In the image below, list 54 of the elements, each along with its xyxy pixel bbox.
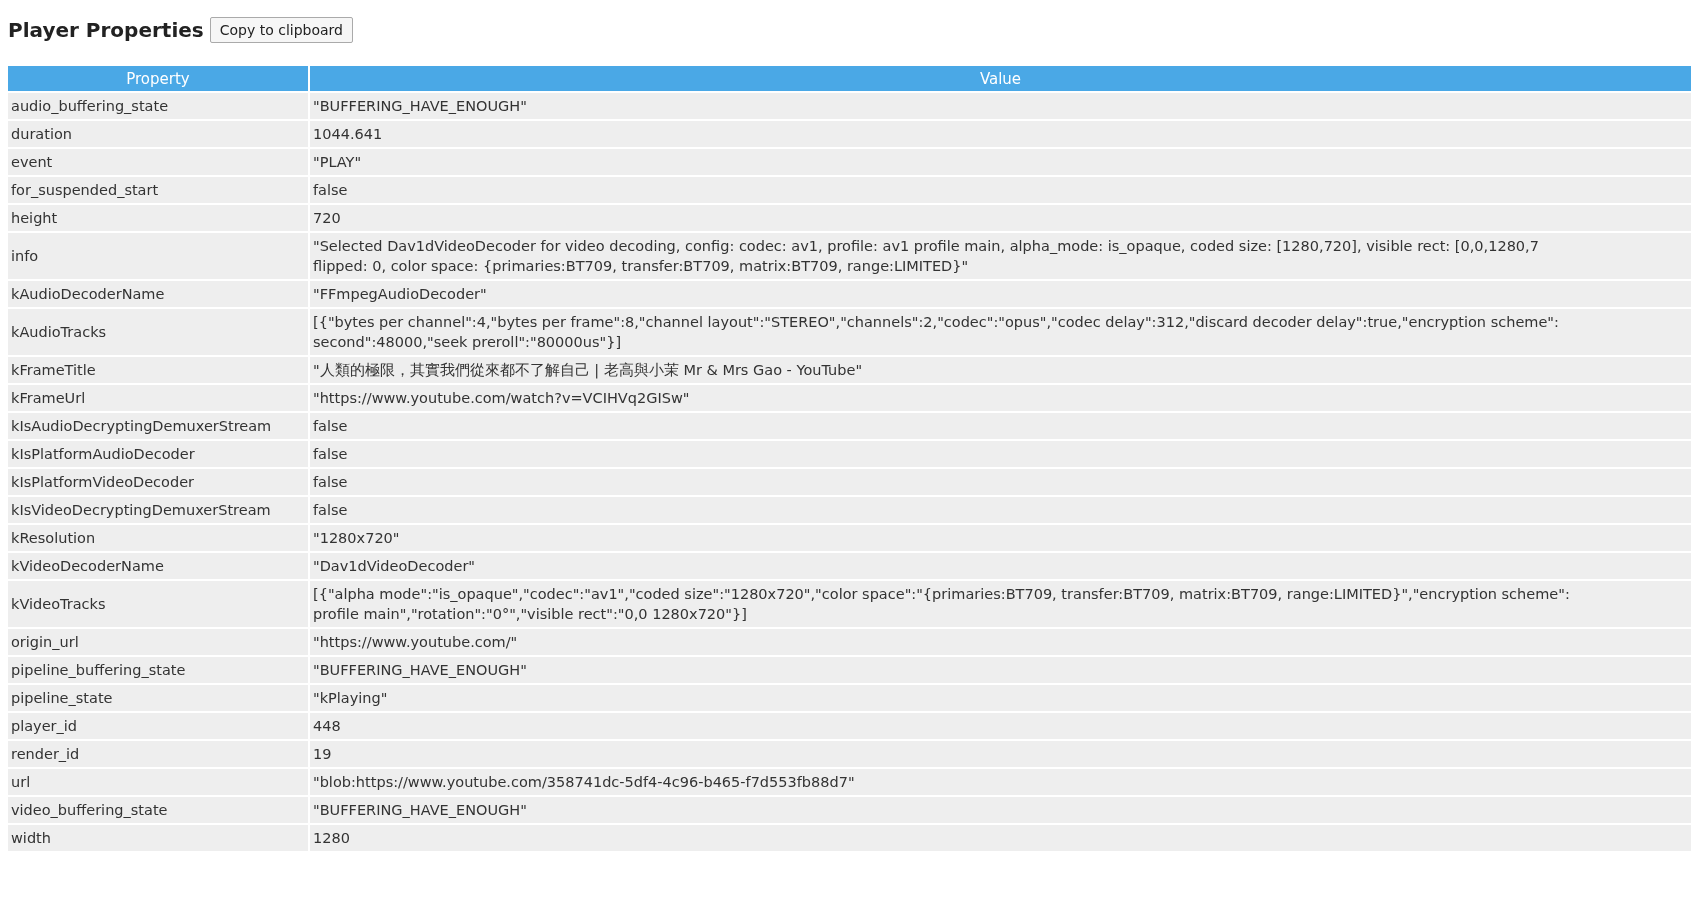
column-header: Value — [310, 66, 1691, 91]
value-cell: 19 — [310, 741, 1691, 767]
property-cell: pipeline_state — [8, 685, 308, 711]
property-cell: kAudioTracks — [8, 309, 308, 355]
value-cell: "FFmpegAudioDecoder" — [310, 281, 1691, 307]
value-cell: "PLAY" — [310, 149, 1691, 175]
value-cell: "https://www.youtube.com/" — [310, 629, 1691, 655]
property-cell: video_buffering_state — [8, 797, 308, 823]
copy-button[interactable]: Copy to clipboard — [209, 17, 353, 43]
page-title: Player Properties — [8, 18, 204, 42]
property-cell: kAudioDecoderName — [8, 281, 308, 307]
property-cell: kFrameUrl — [8, 385, 308, 411]
value-cell: "人類的極限，其實我們從來都不了解自己 | 老高與小茉 Mr & Mrs Gao - YouTube" — [310, 357, 1691, 383]
value-cell: 720 — [310, 205, 1691, 231]
property-cell: kIsVideoDecryptingDemuxerStream — [8, 497, 308, 523]
value-cell: false — [310, 177, 1691, 203]
property-cell: width — [8, 825, 308, 851]
value-cell: "https://www.youtube.com/watch?v=VCIHVq2GISw" — [310, 385, 1691, 411]
value-cell: false — [310, 497, 1691, 523]
value-cell: 1280 — [310, 825, 1691, 851]
property-cell: kFrameTitle — [8, 357, 308, 383]
property-cell: for_suspended_start — [8, 177, 308, 203]
property-cell: info — [8, 233, 308, 279]
value-cell: [{"bytes per channel":4,"bytes per frame":8,"channel layout":"STEREO","channels":2,"codec":"opus","codec delay":312,"discard decoder delay":true,"encryption scheme": second":48000,"seek preroll":"80000us"}] — [310, 309, 1691, 355]
value-cell: false — [310, 441, 1691, 467]
value-cell: "BUFFERING_HAVE_ENOUGH" — [310, 93, 1691, 119]
property-cell: pipeline_buffering_state — [8, 657, 308, 683]
property-cell: kVideoDecoderName — [8, 553, 308, 579]
property-cell: kIsPlatformAudioDecoder — [8, 441, 308, 467]
property-cell: render_id — [8, 741, 308, 767]
value-cell: [{"alpha mode":"is_opaque","codec":"av1","coded size":"1280x720","color space":"{primaries:BT709, transfer:BT709, matrix:BT709, range:LIMITED}","encryption scheme": profile main","rotation":"0°","visible rect":"0,0 1280x720"}] — [310, 581, 1691, 627]
column-header: Property — [8, 66, 308, 91]
property-cell: origin_url — [8, 629, 308, 655]
value-cell: "BUFFERING_HAVE_ENOUGH" — [310, 657, 1691, 683]
property-cell: kResolution — [8, 525, 308, 551]
value-cell: "Selected Dav1dVideoDecoder for video decoding, config: codec: av1, profile: av1 profile main, alpha_mode: is_opaque, coded size: [1280,720], visible rect: [0,0,1280,7 flipped: 0, color space: {primaries:BT709, transfer:BT709, matrix:BT709, range:LIMITED}" — [310, 233, 1691, 279]
property-cell: kIsPlatformVideoDecoder — [8, 469, 308, 495]
value-cell: 448 — [310, 713, 1691, 739]
value-cell: false — [310, 413, 1691, 439]
value-cell: "Dav1dVideoDecoder" — [310, 553, 1691, 579]
value-cell: 1044.641 — [310, 121, 1691, 147]
value-cell: "blob:https://www.youtube.com/358741dc-5df4-4c96-b465-f7d553fb88d7" — [310, 769, 1691, 795]
property-cell: url — [8, 769, 308, 795]
property-cell: kIsAudioDecryptingDemuxerStream — [8, 413, 308, 439]
property-cell: duration — [8, 121, 308, 147]
value-cell: "kPlaying" — [310, 685, 1691, 711]
property-cell: kVideoTracks — [8, 581, 308, 627]
property-cell: height — [8, 205, 308, 231]
value-cell: "BUFFERING_HAVE_ENOUGH" — [310, 797, 1691, 823]
property-cell: audio_buffering_state — [8, 93, 308, 119]
property-cell: event — [8, 149, 308, 175]
value-cell: false — [310, 469, 1691, 495]
value-cell: "1280x720" — [310, 525, 1691, 551]
property-cell: player_id — [8, 713, 308, 739]
